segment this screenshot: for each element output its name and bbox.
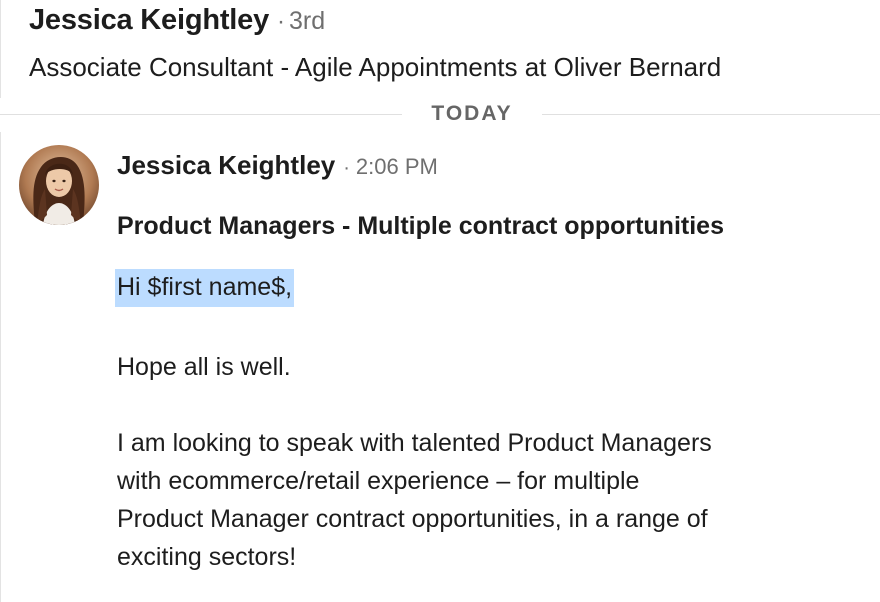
message-subject: Product Managers - Multiple contract opp… [117,212,724,240]
divider-line-right [542,114,880,115]
message-line: I am looking to speak with talented Prod… [117,429,712,457]
message-greeting-selected[interactable]: Hi $first name$, [115,269,295,307]
message-timestamp: 2:06 PM [355,154,438,179]
contact-headline: Associate Consultant - Agile Appointment… [29,52,722,82]
connection-degree: 3rd [289,7,326,35]
message-line: Product Manager contract opportunities, … [117,505,708,533]
divider-line-left [0,114,402,115]
separator-dot: · [343,157,350,179]
contact-name-link[interactable]: Jessica Keightley [29,4,269,37]
day-divider: TODAY [0,98,880,132]
sender-name-link[interactable]: Jessica Keightley [117,150,335,181]
message-item: Jessica Keightley · 2:06 PM Product Mana… [0,132,880,602]
message-line: with ecommerce/retail experience – for m… [117,467,640,495]
profile-photo-icon [19,145,99,225]
message-paragraph[interactable]: Hope all is well. [117,348,291,386]
sender-avatar[interactable] [19,145,99,225]
header-name-row: Jessica Keightley · 3rd [29,4,325,37]
conversation-header: Jessica Keightley · 3rd Associate Consul… [0,0,880,98]
message-line: exciting sectors! [117,543,297,571]
message-sender-row: Jessica Keightley · 2:06 PM [117,150,438,181]
separator-dot: · [277,8,286,35]
day-divider-label: TODAY [431,102,513,125]
message-paragraph[interactable]: I am looking to speak with talented Prod… [117,424,837,576]
